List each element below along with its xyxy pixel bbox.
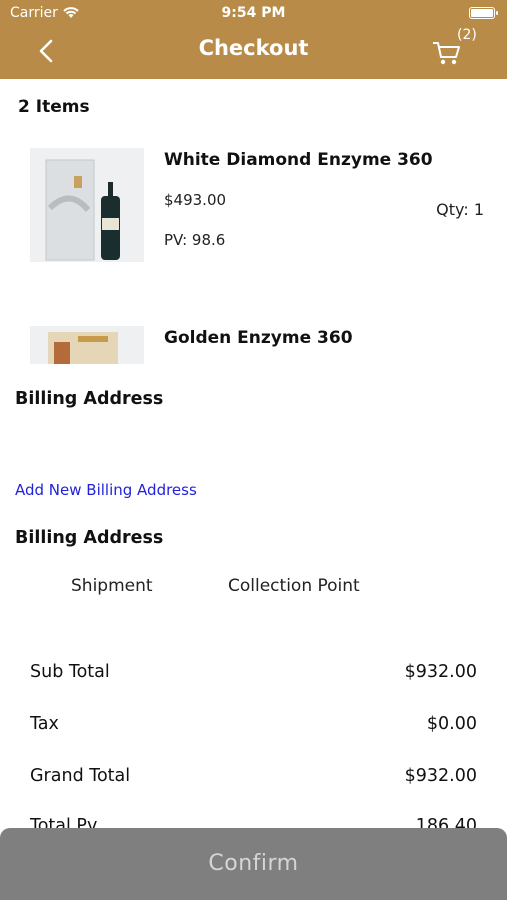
- cart-icon[interactable]: [432, 40, 462, 66]
- product-name: White Diamond Enzyme 360: [164, 150, 433, 170]
- billing-address-title: Billing Address: [15, 389, 164, 409]
- add-billing-address-link[interactable]: Add New Billing Address: [15, 481, 197, 499]
- status-time: 9:54 PM: [221, 5, 286, 21]
- shipment-option[interactable]: Shipment: [71, 576, 153, 596]
- collection-point-option[interactable]: Collection Point: [228, 576, 360, 596]
- product-qty: Qty: 1: [436, 200, 484, 219]
- tax-value: $0.00: [426, 714, 477, 734]
- sub-total-row: Sub Total $932.00: [30, 662, 477, 686]
- product-pv: PV: 98.6: [164, 231, 226, 249]
- items-count: 2 Items: [18, 97, 90, 117]
- cart-item[interactable]: White Diamond Enzyme 360 $493.00 PV: 98.…: [0, 148, 507, 268]
- product-price: $493.00: [164, 191, 227, 209]
- cart-item[interactable]: Golden Enzyme 360: [0, 326, 507, 364]
- sub-total-value: $932.00: [404, 662, 477, 682]
- tax-row: Tax $0.00: [30, 714, 477, 738]
- sub-total-label: Sub Total: [30, 662, 110, 682]
- confirm-button[interactable]: Confirm: [0, 828, 507, 900]
- page-title: Checkout: [198, 36, 309, 60]
- product-name: Golden Enzyme 360: [164, 328, 353, 348]
- grand-total-value: $932.00: [404, 766, 477, 786]
- grand-total-label: Grand Total: [30, 766, 131, 786]
- product-image: [30, 148, 144, 262]
- header-bar: Carrier 9:54 PM Checkout (2): [0, 0, 507, 79]
- product-image: [30, 326, 144, 364]
- battery-icon: [469, 7, 498, 19]
- cart-count-badge: (2): [457, 27, 477, 43]
- grand-total-row: Grand Total $932.00: [30, 766, 477, 790]
- billing-address-title: Billing Address: [15, 528, 164, 548]
- tax-label: Tax: [30, 714, 59, 734]
- status-bar: Carrier 9:54 PM: [0, 5, 507, 25]
